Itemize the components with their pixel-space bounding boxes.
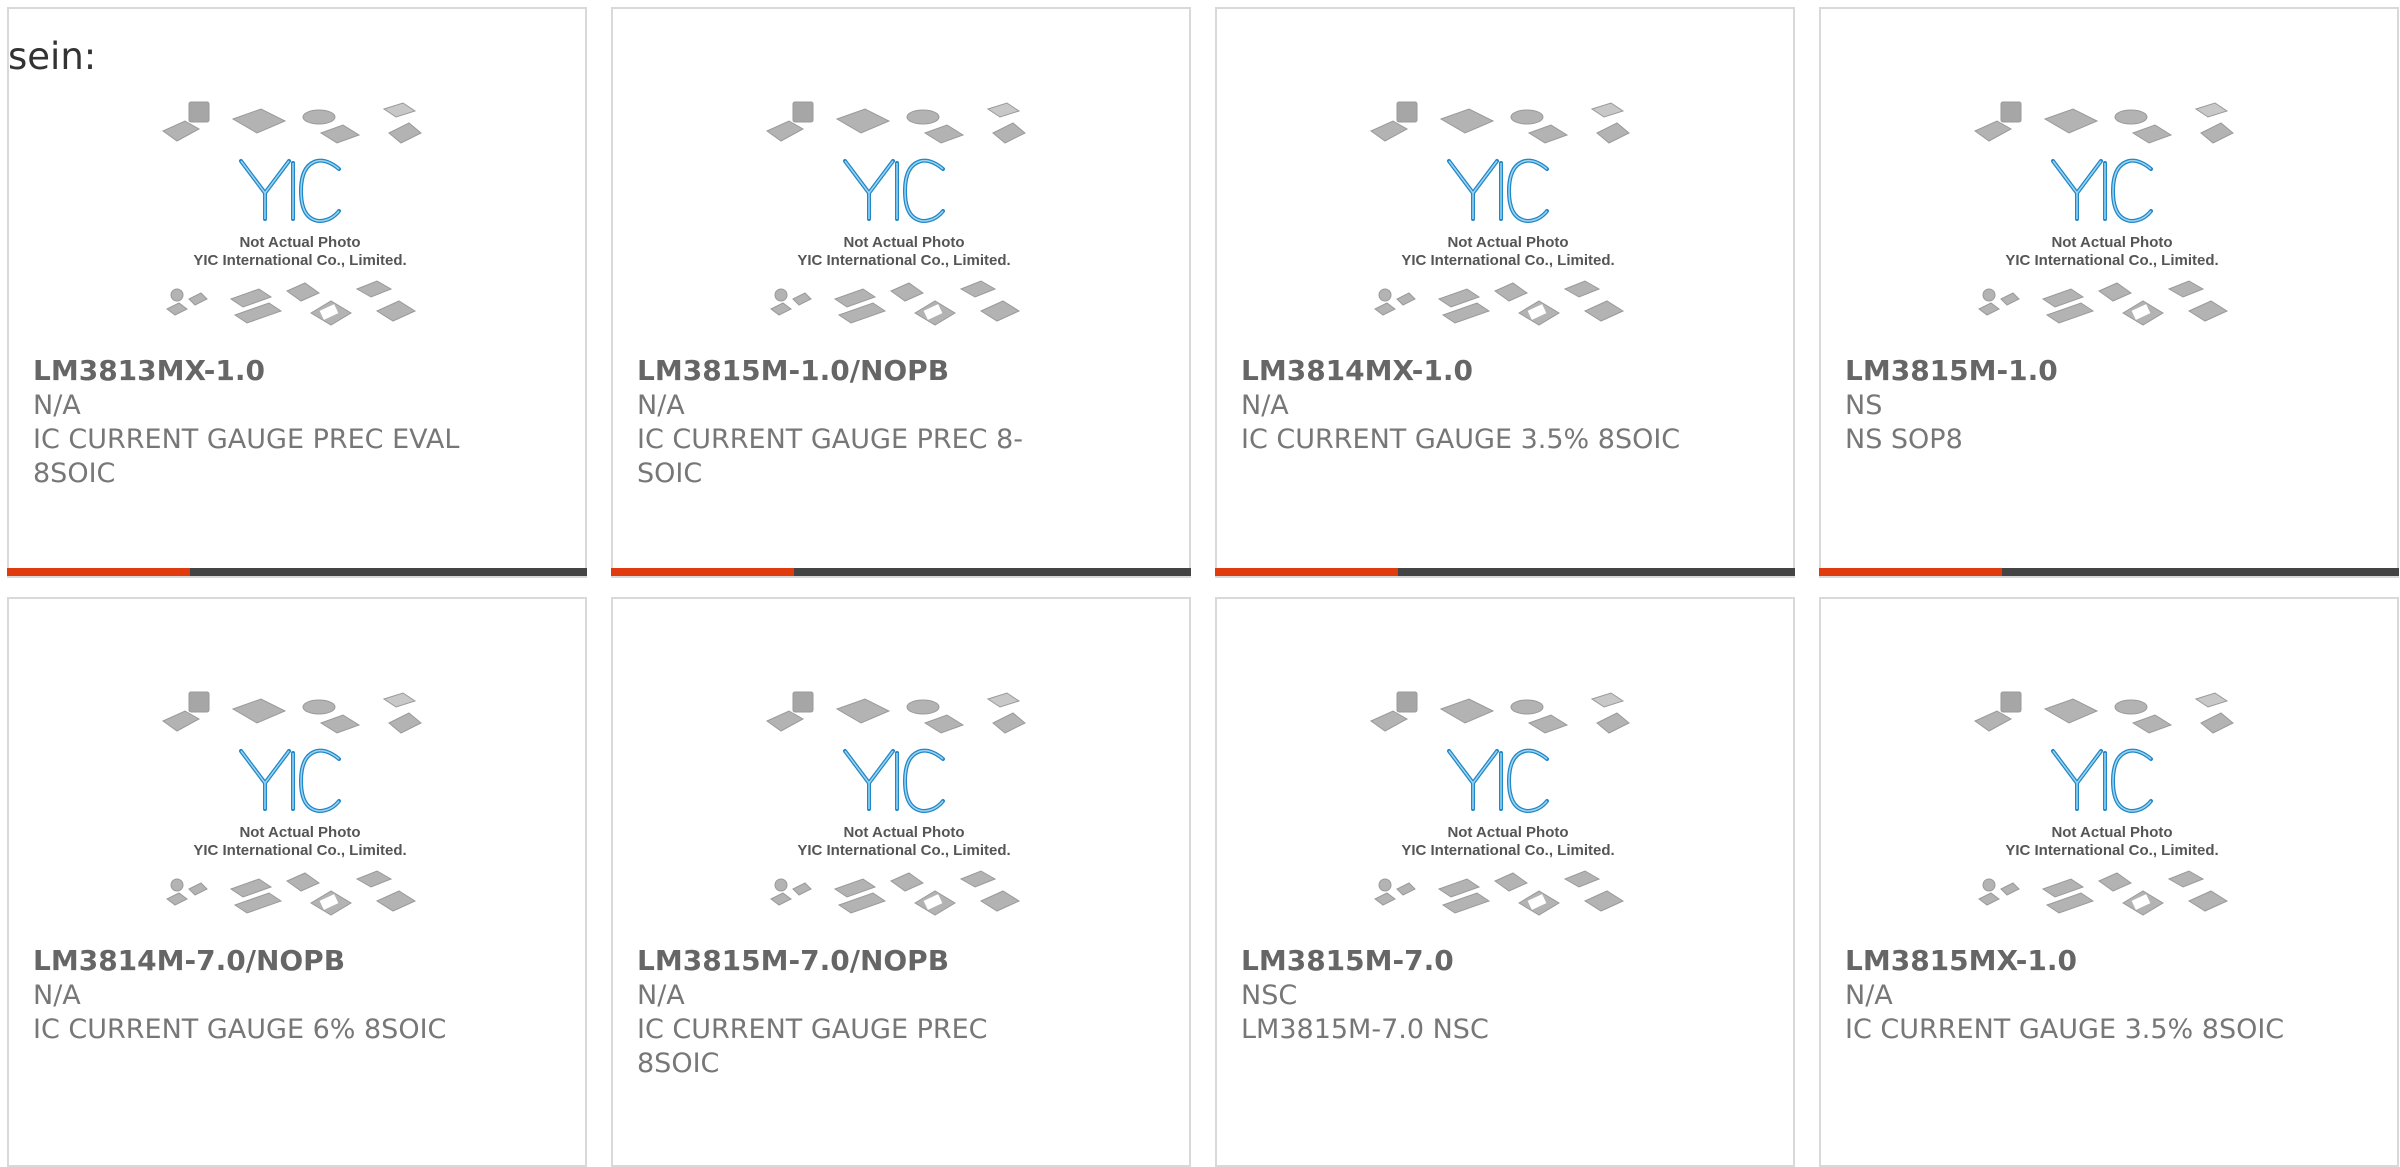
product-grid: Not Actual Photo YIC International Co., L… bbox=[0, 0, 2400, 1167]
part-number[interactable]: LM3815M-7.0/NOPB bbox=[637, 943, 1077, 978]
manufacturer: N/A bbox=[1241, 390, 1289, 421]
product-placeholder-image: Not Actual Photo YIC International Co., L… bbox=[763, 689, 1043, 939]
part-number[interactable]: LM3815MX-1.0 bbox=[1845, 943, 2285, 978]
svg-text:Not Actual Photo: Not Actual Photo bbox=[1447, 234, 1568, 251]
part-number[interactable]: LM3815M-1.0/NOPB bbox=[637, 353, 1077, 388]
part-number[interactable]: LM3815M-7.0 bbox=[1241, 943, 1681, 978]
product-placeholder-image: Not Actual Photo YIC International Co., L… bbox=[1367, 99, 1647, 349]
svg-text:Not Actual Photo: Not Actual Photo bbox=[2051, 824, 2172, 841]
part-number[interactable]: LM3815M-1.0 bbox=[1845, 353, 2285, 388]
product-card[interactable]: Not Actual Photo YIC International Co., L… bbox=[7, 7, 587, 578]
svg-text:YIC International Co., Limited: YIC International Co., Limited. bbox=[193, 252, 406, 269]
manufacturer: N/A bbox=[637, 980, 685, 1011]
svg-text:Not Actual Photo: Not Actual Photo bbox=[239, 234, 360, 251]
product-card[interactable]: Not Actual Photo YIC International Co., L… bbox=[1215, 597, 1795, 1167]
description: LM3815M-7.0 NSC bbox=[1241, 1014, 1489, 1045]
card-bottom-bar-accent bbox=[1819, 568, 2002, 576]
manufacturer: N/A bbox=[637, 390, 685, 421]
svg-text:YIC International Co., Limited: YIC International Co., Limited. bbox=[797, 842, 1010, 859]
card-bottom-bar bbox=[611, 568, 1191, 576]
product-placeholder-image: Not Actual Photo YIC International Co., L… bbox=[763, 99, 1043, 349]
product-placeholder-image: Not Actual Photo YIC International Co., L… bbox=[159, 689, 439, 939]
svg-text:YIC International Co., Limited: YIC International Co., Limited. bbox=[797, 252, 1010, 269]
card-bottom-bar-accent bbox=[7, 568, 190, 576]
intro-text: sein: bbox=[8, 35, 97, 78]
svg-text:YIC International Co., Limited: YIC International Co., Limited. bbox=[2005, 252, 2218, 269]
manufacturer: NS bbox=[1845, 390, 1883, 421]
card-bottom-bar bbox=[7, 568, 587, 576]
product-placeholder-image: Not Actual Photo YIC International Co., L… bbox=[1367, 689, 1647, 939]
manufacturer: N/A bbox=[33, 980, 81, 1011]
svg-text:YIC International Co., Limited: YIC International Co., Limited. bbox=[193, 842, 406, 859]
part-number[interactable]: LM3814M-7.0/NOPB bbox=[33, 943, 473, 978]
part-number[interactable]: LM3813MX-1.0 bbox=[33, 353, 473, 388]
svg-text:YIC International Co., Limited: YIC International Co., Limited. bbox=[1401, 252, 1614, 269]
product-card[interactable]: Not Actual Photo YIC International Co., L… bbox=[1215, 7, 1795, 578]
product-placeholder-image: Not Actual Photo YIC International Co., L… bbox=[1971, 689, 2251, 939]
description: IC CURRENT GAUGE 6% 8SOIC bbox=[33, 1014, 447, 1045]
svg-text:Not Actual Photo: Not Actual Photo bbox=[843, 824, 964, 841]
svg-text:YIC International Co., Limited: YIC International Co., Limited. bbox=[1401, 842, 1614, 859]
product-card[interactable]: Not Actual Photo YIC International Co., L… bbox=[1819, 7, 2399, 578]
product-placeholder-image: Not Actual Photo YIC International Co., L… bbox=[159, 99, 439, 349]
description: IC CURRENT GAUGE PREC 8SOIC bbox=[637, 1014, 988, 1079]
product-placeholder-image: Not Actual Photo YIC International Co., L… bbox=[1971, 99, 2251, 349]
manufacturer: N/A bbox=[1845, 980, 1893, 1011]
card-bottom-bar bbox=[1819, 568, 2399, 576]
part-number[interactable]: LM3814MX-1.0 bbox=[1241, 353, 1681, 388]
card-bottom-bar-accent bbox=[611, 568, 794, 576]
manufacturer: NSC bbox=[1241, 980, 1298, 1011]
card-bottom-bar bbox=[1215, 568, 1795, 576]
description: IC CURRENT GAUGE 3.5% 8SOIC bbox=[1241, 424, 1681, 455]
svg-text:YIC International Co., Limited: YIC International Co., Limited. bbox=[2005, 842, 2218, 859]
product-card[interactable]: Not Actual Photo YIC International Co., L… bbox=[7, 597, 587, 1167]
svg-text:Not Actual Photo: Not Actual Photo bbox=[239, 824, 360, 841]
description: IC CURRENT GAUGE 3.5% 8SOIC bbox=[1845, 1014, 2285, 1045]
manufacturer: N/A bbox=[33, 390, 81, 421]
svg-text:Not Actual Photo: Not Actual Photo bbox=[1447, 824, 1568, 841]
card-bottom-bar-accent bbox=[1215, 568, 1398, 576]
description: IC CURRENT GAUGE PREC 8-SOIC bbox=[637, 424, 1024, 489]
svg-text:Not Actual Photo: Not Actual Photo bbox=[2051, 234, 2172, 251]
description: NS SOP8 bbox=[1845, 424, 1963, 455]
product-card[interactable]: Not Actual Photo YIC International Co., L… bbox=[611, 7, 1191, 578]
product-card[interactable]: Not Actual Photo YIC International Co., L… bbox=[1819, 597, 2399, 1167]
description: IC CURRENT GAUGE PREC EVAL 8SOIC bbox=[33, 424, 460, 489]
svg-text:Not Actual Photo: Not Actual Photo bbox=[843, 234, 964, 251]
product-card[interactable]: Not Actual Photo YIC International Co., L… bbox=[611, 597, 1191, 1167]
